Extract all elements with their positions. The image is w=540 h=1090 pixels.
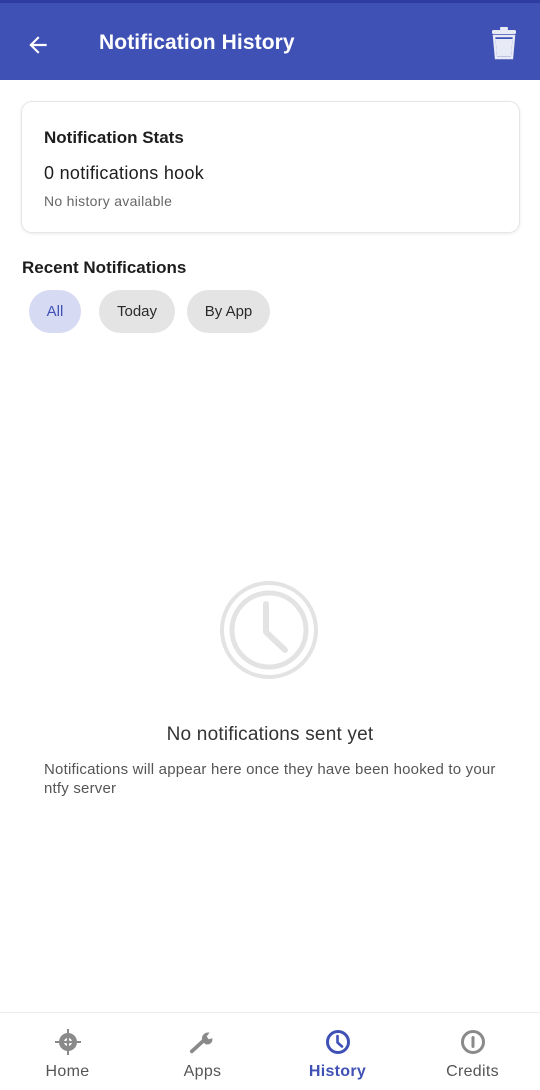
clock-icon — [219, 580, 319, 680]
clear-history-button[interactable] — [484, 23, 524, 63]
app-bar: Notification History — [0, 0, 540, 80]
nav-label-home: Home — [45, 1063, 90, 1080]
stats-count: 0 notifications hook — [44, 163, 205, 183]
nav-label-apps: Apps — [183, 1063, 222, 1080]
info-icon — [459, 1028, 487, 1056]
filter-chip-today[interactable]: Today — [99, 290, 175, 333]
stats-subtitle: No history available — [44, 193, 173, 209]
wrench-icon — [189, 1028, 217, 1056]
nav-item-credits[interactable]: Credits — [405, 1013, 540, 1090]
notification-stats-card: Notification Stats 0 notifications hook … — [22, 102, 519, 232]
bottom-navigation: Home Apps History Credits — [0, 1012, 540, 1090]
filter-chip-label: All — [46, 303, 64, 320]
nav-item-apps[interactable]: Apps — [135, 1013, 270, 1090]
empty-state-title: No notifications sent yet — [166, 724, 374, 745]
filter-chip-label: Today — [116, 303, 158, 320]
filter-chip-all[interactable]: All — [29, 290, 81, 333]
nav-item-home[interactable]: Home — [0, 1013, 135, 1090]
trash-icon — [492, 27, 516, 60]
arrow-left-icon — [29, 36, 47, 54]
filter-chip-by-app[interactable]: By App — [187, 290, 270, 333]
nav-item-history[interactable]: History — [270, 1013, 405, 1090]
recent-notifications-title: Recent Notifications — [22, 258, 187, 277]
stats-title: Notification Stats — [44, 128, 184, 147]
clock-icon — [324, 1028, 352, 1056]
empty-state-description: Notifications will appear here once they… — [44, 761, 496, 797]
back-button[interactable] — [18, 25, 58, 65]
filter-chip-label: By App — [204, 303, 253, 320]
crosshair-icon — [54, 1028, 82, 1056]
nav-label-history: History — [308, 1063, 367, 1080]
page-title: Notification History — [99, 31, 295, 54]
nav-label-credits: Credits — [446, 1063, 499, 1080]
